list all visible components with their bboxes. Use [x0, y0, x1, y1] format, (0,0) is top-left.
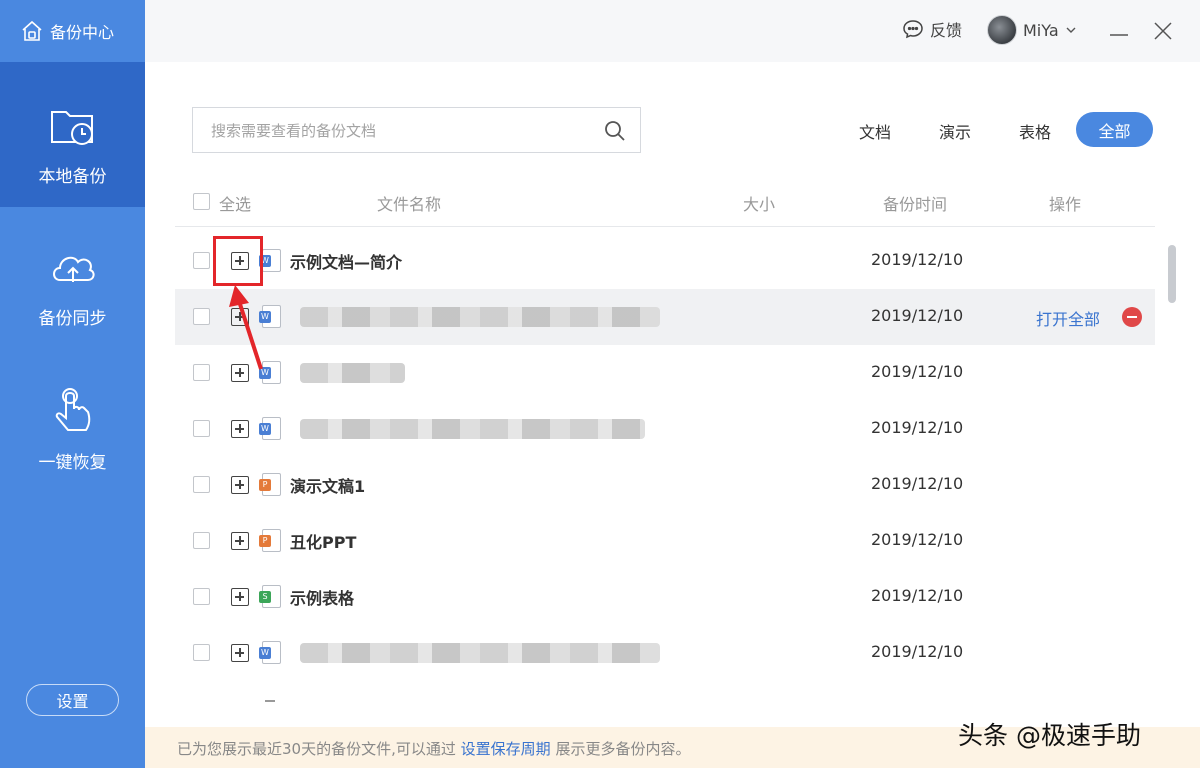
table-header: 全选 文件名称 大小 备份时间 操作: [175, 185, 1155, 227]
word-file-icon: W: [259, 417, 281, 440]
expand-icon[interactable]: [231, 644, 249, 662]
chat-bubble-icon: [903, 20, 923, 39]
word-file-icon: W: [259, 249, 281, 272]
remove-icon[interactable]: [1122, 307, 1142, 327]
row-checkbox[interactable]: [193, 588, 210, 605]
chevron-down-icon: [1066, 27, 1076, 33]
search-icon[interactable]: [603, 119, 627, 143]
file-date: 2019/12/10: [871, 586, 964, 605]
annotation-arrow-icon: [229, 285, 263, 370]
expand-icon[interactable]: [231, 588, 249, 606]
footer-text-before: 已为您展示最近30天的备份文件,可以通过: [177, 740, 456, 758]
file-date: 2019/12/10: [871, 418, 964, 437]
row-checkbox[interactable]: [193, 364, 210, 381]
sidebar-item-one-click-restore[interactable]: 一键恢复: [0, 378, 145, 488]
feedback-label: 反馈: [930, 21, 963, 40]
file-name: 丑化PPT: [290, 533, 357, 552]
filter-ppt[interactable]: 演示: [930, 116, 980, 146]
table-row[interactable]: P 丑化PPT 2019/12/10: [175, 513, 1155, 569]
minimize-icon[interactable]: [1108, 20, 1130, 42]
spreadsheet-file-icon: S: [259, 585, 281, 608]
user-name: MiYa: [1023, 20, 1059, 40]
open-all-link[interactable]: 打开全部: [1036, 306, 1100, 330]
avatar: [987, 15, 1017, 45]
select-all-checkbox[interactable]: [193, 193, 210, 210]
expand-icon[interactable]: [231, 532, 249, 550]
hand-pointer-icon: [55, 388, 90, 431]
app-title-text: 备份中心: [50, 23, 115, 42]
file-name: 示例文档—简介: [290, 253, 403, 272]
footer-text: 已为您展示最近30天的备份文件,可以通过 设置保存周期 展示更多备份内容。: [177, 738, 690, 759]
column-name: 文件名称: [377, 195, 442, 214]
settings-button[interactable]: 设置: [26, 684, 119, 716]
home-cloud-icon: [22, 20, 42, 41]
row-checkbox[interactable]: [193, 420, 210, 437]
filter-doc[interactable]: 文档: [850, 116, 900, 146]
row-checkbox[interactable]: [193, 252, 210, 269]
expand-icon[interactable]: [231, 420, 249, 438]
blurred-file-name: [300, 363, 405, 383]
file-date: 2019/12/10: [871, 530, 964, 549]
filter-xls[interactable]: 表格: [1010, 116, 1060, 146]
file-date: 2019/12/10: [871, 250, 964, 269]
retention-settings-link[interactable]: 设置保存周期: [461, 740, 551, 758]
row-checkbox[interactable]: [193, 644, 210, 661]
truncated-row-marker: [265, 700, 275, 702]
scrollbar-thumb[interactable]: [1168, 245, 1176, 303]
select-all-label[interactable]: 全选: [219, 191, 251, 215]
row-checkbox[interactable]: [193, 476, 210, 493]
file-date: 2019/12/10: [871, 642, 964, 661]
watermark: 头条 @极速手助: [958, 721, 1141, 750]
app-title: 备份中心: [20, 16, 114, 46]
file-date: 2019/12/10: [871, 474, 964, 493]
blurred-file-name: [300, 307, 660, 327]
table-row[interactable]: W 2019/12/10: [175, 625, 1155, 681]
table-row[interactable]: W 2019/12/10: [175, 345, 1155, 401]
table-row[interactable]: S 示例表格 2019/12/10: [175, 569, 1155, 625]
word-file-icon: W: [259, 641, 281, 664]
row-checkbox[interactable]: [193, 308, 210, 325]
sidebar-item-label: 一键恢复: [38, 453, 107, 473]
footer-text-after: 展示更多备份内容。: [555, 740, 691, 758]
column-size: 大小: [743, 195, 776, 214]
table-row[interactable]: W 2019/12/10: [175, 401, 1155, 457]
presentation-file-icon: P: [259, 529, 281, 552]
blurred-file-name: [300, 419, 645, 439]
blurred-file-name: [300, 643, 660, 663]
feedback-button[interactable]: 反馈: [902, 17, 962, 41]
file-name: 示例表格: [290, 589, 355, 608]
table-row[interactable]: W 2019/12/10 打开全部: [175, 289, 1155, 345]
row-checkbox[interactable]: [193, 532, 210, 549]
search-box: [192, 107, 641, 153]
file-date: 2019/12/10: [871, 306, 964, 325]
search-input[interactable]: [211, 119, 581, 143]
close-icon[interactable]: [1152, 20, 1174, 42]
sidebar: 备份中心 本地备份 备份同步 一键恢复 设置: [0, 0, 145, 768]
table-row[interactable]: P 演示文稿1 2019/12/10: [175, 457, 1155, 513]
column-action: 操作: [1049, 195, 1082, 214]
sidebar-item-local-backup[interactable]: 本地备份: [0, 62, 145, 207]
file-date: 2019/12/10: [871, 362, 964, 381]
presentation-file-icon: P: [259, 473, 281, 496]
top-bar: 反馈 MiYa: [145, 0, 1200, 62]
column-backup-time: 备份时间: [883, 195, 948, 214]
annotation-highlight-box: [213, 236, 263, 286]
file-name: 演示文稿1: [290, 477, 366, 496]
user-menu[interactable]: MiYa: [987, 15, 1077, 45]
expand-icon[interactable]: [231, 476, 249, 494]
filter-all[interactable]: 全部: [1076, 112, 1153, 147]
sidebar-item-label: 本地备份: [38, 167, 107, 187]
cloud-upload-icon: [52, 256, 95, 282]
folder-clock-icon: [50, 111, 93, 145]
table-row[interactable]: W 示例文档—简介 2019/12/10: [175, 233, 1155, 289]
sidebar-item-backup-sync[interactable]: 备份同步: [0, 230, 145, 340]
sidebar-item-label: 备份同步: [38, 309, 107, 329]
